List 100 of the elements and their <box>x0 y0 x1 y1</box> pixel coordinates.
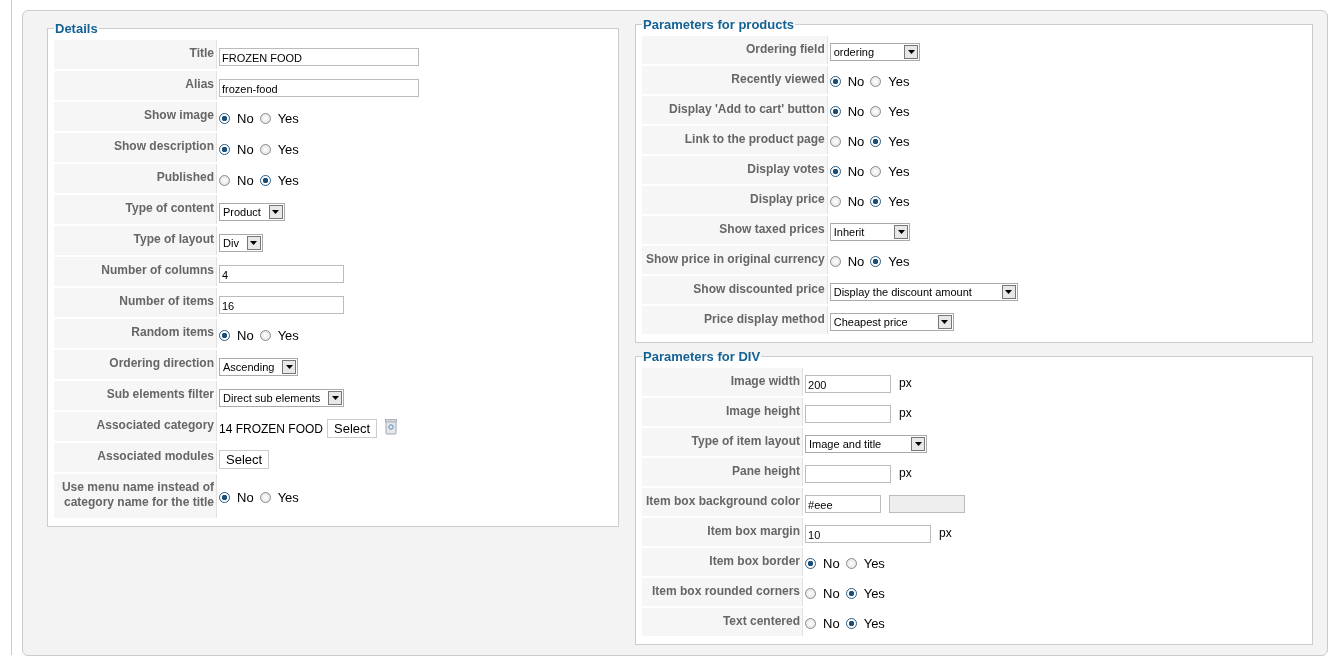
radio-label[interactable]: Yes <box>277 141 299 157</box>
radio-button[interactable] <box>219 143 230 155</box>
radio-button[interactable] <box>805 558 817 569</box>
field-label: Type of item layout <box>642 428 804 456</box>
radio-button[interactable] <box>870 76 882 87</box>
radio-button[interactable] <box>829 76 841 87</box>
radio-label[interactable]: No <box>847 164 865 179</box>
radio-label[interactable]: No <box>847 134 865 149</box>
radio-label[interactable]: No <box>237 141 254 157</box>
radio-label[interactable]: Yes <box>888 194 910 209</box>
field-label: Price display method <box>642 306 828 334</box>
field-label: Image width <box>642 368 804 396</box>
input-field[interactable] <box>805 465 892 483</box>
dropdown[interactable]: Div <box>219 233 263 252</box>
dropdown[interactable]: Cheapest price <box>829 313 954 331</box>
radio-button[interactable] <box>219 112 230 124</box>
caret-icon <box>272 209 280 214</box>
radio-button[interactable] <box>259 112 271 124</box>
field-label: Random items <box>54 319 217 348</box>
radio-label[interactable]: Yes <box>888 134 910 149</box>
field-label: Item box margin <box>642 518 804 546</box>
input-field[interactable]: frozen-food <box>219 78 419 97</box>
radio-button[interactable] <box>805 618 817 629</box>
radio-label[interactable]: Yes <box>277 490 299 505</box>
radio-label[interactable]: No <box>237 327 254 343</box>
dropdown[interactable]: Image and title <box>805 435 928 453</box>
field-label: Display 'Add to cart' button <box>642 96 828 124</box>
radio-button[interactable] <box>870 256 882 267</box>
field-label: Show discounted price <box>642 276 828 304</box>
unit-text: px <box>899 406 912 421</box>
radio-label[interactable]: Yes <box>888 254 910 269</box>
radio-button[interactable] <box>805 588 817 599</box>
caret-icon <box>331 395 339 400</box>
radio-button[interactable] <box>845 558 857 569</box>
radio-label[interactable]: Yes <box>277 172 299 188</box>
radio-label[interactable]: No <box>847 104 865 119</box>
dropdown[interactable]: Inherit <box>829 223 911 241</box>
radio-button[interactable] <box>259 329 271 341</box>
radio-button[interactable] <box>219 492 230 503</box>
dropdown[interactable]: ordering <box>829 43 921 61</box>
radio-button[interactable] <box>219 174 230 186</box>
input-field[interactable]: FROZEN FOOD <box>219 47 419 66</box>
radio-label[interactable]: Yes <box>277 110 299 126</box>
unit-text: px <box>899 466 912 481</box>
radio-label[interactable]: No <box>823 556 840 571</box>
input-field[interactable]: 16 <box>219 295 344 314</box>
radio-button[interactable] <box>845 588 857 599</box>
radio-button[interactable] <box>845 618 857 629</box>
input-field[interactable]: #eee <box>805 495 882 513</box>
radio-label[interactable]: No <box>823 586 840 601</box>
radio-button[interactable] <box>259 492 271 503</box>
select-button[interactable]: Select <box>327 419 378 438</box>
radio-button[interactable] <box>829 256 841 267</box>
dropdown[interactable]: Product <box>219 202 285 221</box>
caret-icon <box>1005 290 1013 294</box>
radio-label[interactable]: Yes <box>863 556 885 571</box>
radio-button[interactable] <box>829 196 841 207</box>
radio-label[interactable]: Yes <box>863 616 885 631</box>
radio-label[interactable]: No <box>823 616 840 631</box>
radio-button[interactable] <box>219 329 230 341</box>
radio-button[interactable] <box>870 196 882 207</box>
field-label: Sub elements filter <box>54 381 217 410</box>
field-label: Show image <box>54 102 217 131</box>
radio-button[interactable] <box>259 174 271 186</box>
unit-text: px <box>899 376 912 391</box>
radio-label[interactable]: No <box>847 74 865 89</box>
radio-label[interactable]: No <box>237 172 254 188</box>
dropdown[interactable]: Display the discount amount <box>829 283 1018 301</box>
field-label: Show taxed prices <box>642 216 828 244</box>
radio-button[interactable] <box>259 143 271 155</box>
radio-label[interactable]: No <box>237 110 254 126</box>
caret-icon <box>250 240 258 245</box>
radio-label[interactable]: No <box>847 254 865 269</box>
input-field[interactable]: 4 <box>219 264 344 283</box>
radio-label[interactable]: Yes <box>888 74 910 89</box>
radio-label[interactable]: No <box>237 490 254 505</box>
field-label: Title <box>54 40 217 69</box>
dropdown[interactable]: Direct sub elements <box>219 388 345 407</box>
dropdown[interactable]: Ascending <box>219 357 299 376</box>
radio-label[interactable]: Yes <box>863 586 885 601</box>
radio-label[interactable]: No <box>847 194 865 209</box>
radio-button[interactable] <box>870 136 882 147</box>
field-label: Alias <box>54 71 217 100</box>
select-button[interactable]: Select <box>219 450 270 469</box>
radio-button[interactable] <box>829 166 841 177</box>
trash-icon[interactable] <box>385 419 398 435</box>
field-label: Item box background color <box>642 488 804 516</box>
radio-label[interactable]: Yes <box>277 327 299 343</box>
radio-button[interactable] <box>829 106 841 117</box>
section-legend: Details <box>54 21 99 36</box>
input-field[interactable] <box>805 405 892 423</box>
radio-button[interactable] <box>870 106 882 117</box>
radio-label[interactable]: Yes <box>888 104 910 119</box>
radio-button[interactable] <box>829 136 841 147</box>
radio-button[interactable] <box>870 166 882 177</box>
input-field[interactable]: 200 <box>805 375 892 393</box>
color-swatch[interactable] <box>889 495 966 513</box>
section-legend: Parameters for DIV <box>642 349 762 364</box>
input-field[interactable]: 10 <box>805 525 932 543</box>
radio-label[interactable]: Yes <box>888 164 910 179</box>
